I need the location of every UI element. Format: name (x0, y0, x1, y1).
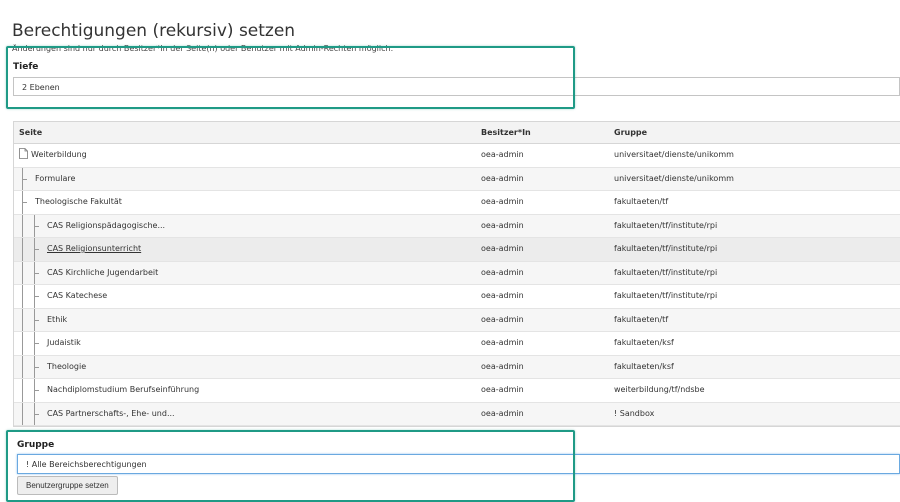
cell-page[interactable]: Theologie (47, 356, 86, 378)
table-header: Seite Besitzer*In Gruppe (14, 122, 900, 144)
table-row[interactable]: CAS Katechese oea-admin fakultaeten/tf/ins… (14, 285, 900, 309)
depth-label: Tiefe (13, 62, 39, 72)
page-icon (19, 148, 28, 159)
page-name: Judaistik (47, 338, 81, 347)
table-row[interactable]: CAS Kirchliche Jugendarbeit oea-admin faku… (14, 261, 900, 285)
cell-group: weiterbildung/tf/ndsbe (614, 385, 705, 394)
tree-branch-tick (34, 249, 39, 250)
cell-group: fakultaeten/tf (614, 197, 669, 206)
cell-group: universitaet/dienste/unikomm (614, 173, 734, 183)
cell-page[interactable]: Ethik (47, 309, 67, 331)
group-label: Gruppe (17, 440, 55, 450)
table-row[interactable]: CAS Religionsunterricht oea-admin fakultae… (14, 238, 900, 262)
tree-guide-line (22, 238, 23, 261)
table-body: Weiterbildung oea-admin universitaet/diens… (14, 144, 900, 426)
tree-guide-line (22, 355, 23, 378)
cell-page[interactable]: CAS Kirchliche Jugendarbeit (47, 262, 158, 284)
page-name: CAS Religionsunterricht (47, 244, 142, 253)
group-select[interactable]: ! Alle Bereichsberechtigungen (17, 454, 900, 474)
tree-branch-tick (34, 413, 39, 415)
page-name: CAS Partnerschafts-, Ehe- und... (47, 408, 175, 418)
page-name: CAS Kirchliche Jugendarbeit (47, 267, 159, 277)
cell-group: fakultaeten/tf/institute/rpi (614, 291, 718, 300)
cell-page[interactable]: Formulare (35, 168, 75, 190)
tree-branch-tick (34, 296, 39, 297)
cell-owner: oea-admin (481, 291, 524, 300)
cell-owner: oea-admin (481, 244, 524, 253)
page-name: Nachdiplomstudium Berufseinführung (47, 385, 200, 394)
table-row[interactable]: CAS Partnerschafts-, Ehe- und... oea-admi… (14, 402, 900, 426)
cell-owner: oea-admin (481, 173, 524, 183)
tree-branch-tick (22, 202, 27, 203)
table-row[interactable]: Nachdiplomstudium Berufseinführung oea-ad… (14, 379, 900, 403)
cell-group: fakultaeten/ksf (614, 361, 674, 371)
cell-owner: oea-admin (481, 338, 524, 347)
table-row[interactable]: Theologische Fakultät oea-admin fakultaete… (14, 191, 900, 215)
header-page: Seite (19, 128, 43, 137)
tree-guide-line (22, 214, 23, 237)
tree-branch-tick (34, 319, 39, 321)
cell-group: fakultaeten/tf/institute/rpi (614, 244, 718, 253)
header-group: Gruppe (614, 128, 648, 137)
cell-page[interactable]: CAS Partnerschafts-, Ehe- und... (47, 403, 175, 425)
cell-page[interactable]: Theologische Fakultät (35, 191, 122, 213)
page-name: Theologie (47, 361, 87, 371)
tree-guide-line (22, 332, 23, 355)
depth-select[interactable]: 2 Ebenen (13, 77, 900, 96)
page-name: Theologische Fakultät (35, 197, 122, 206)
page-name: CAS Katechese (47, 291, 108, 300)
table-row[interactable]: Weiterbildung oea-admin universitaet/diens… (14, 144, 900, 168)
table-row[interactable]: Judaistik oea-admin fakultaeten/ksf (14, 332, 900, 356)
cell-owner: oea-admin (481, 361, 524, 371)
cell-group: fakultaeten/tf/institute/rpi (614, 267, 718, 277)
cell-owner: oea-admin (481, 408, 524, 418)
pages-table: Seite Besitzer*In Gruppe Weiterbildung oe… (13, 121, 900, 427)
cell-page[interactable]: Judaistik (47, 332, 81, 354)
cell-group: fakultaeten/tf (614, 314, 669, 324)
cell-page[interactable]: CAS Religionspädagogische... (47, 215, 165, 237)
header-owner: Besitzer*In (481, 128, 531, 137)
tree-branch-tick (34, 366, 39, 368)
page-name: Ethik (47, 314, 68, 324)
page-name: Weiterbildung (31, 150, 87, 159)
tree-guide-line (22, 261, 23, 284)
cell-group: ! Sandbox (614, 408, 655, 418)
cell-owner: oea-admin (481, 385, 524, 394)
table-row[interactable]: Formulare oea-admin universitaet/dienste/u… (14, 167, 900, 191)
permission-notice: Änderungen sind nur durch Besitzer*In de… (12, 44, 394, 53)
cell-owner: oea-admin (481, 267, 524, 277)
table-row[interactable]: Ethik oea-admin fakultaeten/tf (14, 308, 900, 332)
cell-group: fakultaeten/tf/institute/rpi (614, 220, 718, 230)
cell-page[interactable]: Nachdiplomstudium Berufseinführung (47, 379, 199, 401)
cell-page[interactable]: CAS Katechese (47, 285, 107, 307)
tree-branch-tick (34, 390, 39, 391)
cell-page[interactable]: Weiterbildung (19, 144, 87, 166)
tree-branch-tick (34, 343, 39, 344)
page-name: Formulare (35, 173, 76, 183)
page-name: CAS Religionspädagogische... (47, 220, 166, 230)
tree-guide-line (22, 308, 23, 331)
table-row[interactable]: Theologie oea-admin fakultaeten/ksf (14, 355, 900, 379)
set-user-group-button[interactable]: Benutzergruppe setzen (17, 476, 118, 495)
table-row[interactable]: CAS Religionspädagogische... oea-admin fak… (14, 214, 900, 238)
cell-page[interactable]: CAS Religionsunterricht (47, 238, 141, 260)
tree-branch-tick (34, 272, 39, 274)
cell-owner: oea-admin (481, 150, 524, 159)
tree-guide-line (22, 285, 23, 308)
cell-owner: oea-admin (481, 197, 524, 206)
tree-guide-line (22, 379, 23, 402)
tree-guide-line (22, 402, 23, 425)
cell-owner: oea-admin (481, 314, 524, 324)
cell-owner: oea-admin (481, 220, 524, 230)
tree-branch-tick (22, 178, 27, 180)
tree-branch-tick (34, 225, 39, 227)
cell-group: universitaet/dienste/unikomm (614, 150, 734, 159)
cell-group: fakultaeten/ksf (614, 338, 674, 347)
page-title: Berechtigungen (rekursiv) setzen (12, 21, 296, 42)
